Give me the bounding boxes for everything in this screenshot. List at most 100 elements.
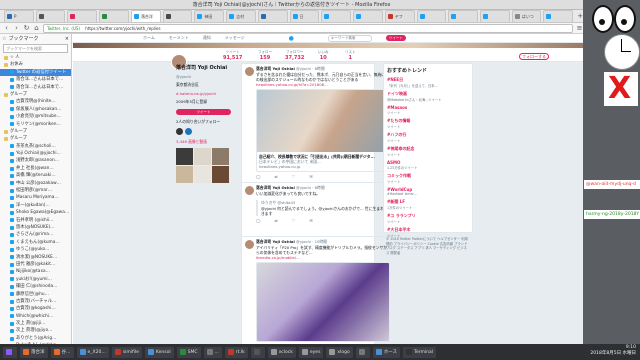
browser-tab[interactable]: 日	[289, 10, 320, 22]
text-widget[interactable]: @wan-aiit-mydj-unq-d	[584, 180, 640, 189]
bookmark-folder[interactable]: グループ	[0, 135, 71, 142]
taskbar-item[interactable]: e_X20…	[76, 346, 109, 358]
bookmark-item[interactable]: 石井孝明 (@ishii…	[0, 217, 71, 224]
tweet-link[interactable]: headlines.yahoo.co.jp/hl?a=201808...	[256, 82, 390, 87]
quoted-reply[interactable]: ゆうきや @shita43 @yjochi 何と読んでるでしょう。@yjochi…	[256, 200, 390, 216]
tweet[interactable]: 落合洋司 Yoji Ochiai @yjochi · 6時間 いい加減変化があっ…	[242, 182, 393, 225]
trend-item[interactable]: #たちの情報 ツイート	[387, 118, 469, 129]
taskbar-item[interactable]	[250, 346, 265, 358]
bookmark-item[interactable]: Nijijiko(@taxa…	[0, 268, 71, 275]
bookmark-item[interactable]: yukiお!(@yumi…	[0, 276, 71, 283]
tweet-button[interactable]: ツイート	[385, 35, 406, 41]
retweet-icon[interactable]: ⇄	[274, 218, 277, 223]
reload-icon[interactable]: ↻	[23, 24, 30, 32]
trend-item[interactable]: #ハフの行 ツイート	[387, 132, 469, 143]
browser-tab[interactable]	[162, 10, 193, 22]
tweet-to-button[interactable]: ツイート	[176, 109, 231, 115]
browser-tab[interactable]	[321, 10, 352, 22]
bookmark-item[interactable]: 悠木(@NOSUKE)…	[0, 224, 71, 231]
trend-item[interactable]: ASMO 1.25万件のツイート	[387, 160, 469, 170]
taskbar-item[interactable]: eyes	[298, 346, 324, 358]
bookmark-item[interactable]: さらさん(@rima…	[0, 231, 71, 238]
back-icon[interactable]: ‹	[3, 24, 10, 32]
tweet-author[interactable]: 落合洋司 Yoji Ochiai	[256, 185, 295, 190]
browser-tab[interactable]: 落合洋	[130, 10, 161, 22]
avatar[interactable]	[176, 128, 183, 135]
reply-icon[interactable]: ◯	[256, 174, 260, 179]
taskbar-item[interactable]: 落合洋	[20, 346, 48, 358]
bookmark-item[interactable]: 高橋 輝(@teruaki…	[0, 172, 71, 179]
bookmark-item[interactable]: Shoko Egawa(@Egawa…	[0, 209, 71, 216]
browser-tab[interactable]	[480, 10, 510, 22]
bookmark-folder[interactable]: グループ	[0, 91, 71, 98]
bookmark-item[interactable]: 小倉亮児(@mitsube…	[0, 113, 71, 120]
bookmark-item[interactable]: ゆうこ(@yuko…	[0, 246, 71, 253]
taskbar-item[interactable]: SMC	[176, 346, 201, 358]
taskbar-item[interactable]	[355, 346, 370, 358]
reply-icon[interactable]: ◯	[256, 218, 260, 223]
text-widget[interactable]: harmy-ng-2018y-2018Y	[584, 210, 640, 219]
avatar[interactable]	[245, 240, 254, 249]
media-thumb[interactable]	[212, 166, 229, 183]
taskbar-item[interactable]: xlogo	[326, 346, 353, 358]
browser-tab[interactable]	[448, 10, 479, 22]
browser-tab[interactable]	[67, 10, 98, 22]
taskbar-item[interactable]: Kensol	[144, 346, 174, 358]
browser-tab[interactable]	[257, 10, 288, 22]
bookmark-item[interactable]: 藤原信世(@hu…	[0, 291, 71, 298]
profile-stat[interactable]: リスト 1	[345, 50, 356, 61]
bookmark-item[interactable]: Which(@whichi…	[0, 313, 71, 320]
dm-icon[interactable]: ✉	[309, 218, 312, 223]
profile-stat[interactable]: いいね 10	[318, 50, 329, 61]
like-icon[interactable]: ♡	[292, 174, 296, 179]
bookmark-item[interactable]: 茶茶丸茶(@scholi…	[0, 143, 71, 150]
tweet[interactable]: 落合洋司 Yoji Ochiai @yjochi · 10時間 アイバリティ「P…	[242, 236, 393, 344]
taskbar-item[interactable]: Terminal	[402, 346, 437, 358]
tweet[interactable]: 落合洋司 Yoji Ochiai @yjochi · 6時間 ずるさを含まれた優…	[242, 64, 393, 181]
taskbar-item[interactable]: 谷…	[50, 346, 74, 358]
nav-notifications[interactable]: 通知	[203, 35, 211, 41]
avatar[interactable]	[245, 67, 254, 76]
browser-tab[interactable]: 吉村	[226, 10, 256, 22]
taskbar-item[interactable]: xclock	[267, 346, 296, 358]
bookmark-item[interactable]: 次上 眞理(@jiyo…	[0, 327, 71, 334]
url-bar[interactable]: Twitter, Inc. (US) https://twitter.com/y…	[43, 23, 573, 33]
media-thumb[interactable]	[176, 166, 193, 183]
menu-icon[interactable]: ≡	[576, 24, 583, 32]
taskbar-item[interactable]	[3, 346, 17, 358]
taskbar-item[interactable]: ホース	[372, 346, 400, 358]
bookmark-item[interactable]: ありがとう(@Arig…	[0, 335, 71, 342]
bookmark-folder[interactable]: お休み	[0, 61, 71, 68]
browser-tab[interactable]	[543, 10, 574, 22]
bookmark-item[interactable]: 古賀茂(@kogashi…	[0, 305, 71, 312]
media-thumb[interactable]	[176, 148, 193, 165]
bookmark-item[interactable]: 浅野太郎(@asanon…	[0, 157, 71, 164]
taskbar-clock[interactable]: 9:10 2018年8月5日 水曜日	[590, 345, 636, 357]
bookmark-item[interactable]: 洋一(@kudan)…	[0, 202, 71, 209]
forward-icon[interactable]: ›	[13, 24, 20, 32]
bookmark-item[interactable]: Twitter の返信付ツイート	[0, 68, 71, 77]
trend-item[interactable]: #新聞 LF 1万件のツイート	[387, 199, 469, 210]
twitter-bird-icon[interactable]: ●	[289, 35, 294, 42]
bookmark-item[interactable]: くまえもん(@kuma…	[0, 239, 71, 246]
trend-item[interactable]: #NEE日 「米刊（今月）」を迎えて、日本...	[387, 77, 469, 88]
bookmark-item[interactable]: モリケン(@moriken…	[0, 121, 71, 128]
profile-website[interactable]: d.hatena.ne.jp/yjochi	[176, 91, 244, 96]
dm-icon[interactable]: ✉	[309, 174, 312, 179]
trend-item[interactable]: #Masaos ツイート	[387, 105, 469, 115]
browser-tab[interactable]: ヤフ	[384, 10, 415, 22]
taskbar-item[interactable]: rt.lk	[224, 346, 248, 358]
trend-item[interactable]: コミック作戦 ツイート	[387, 173, 469, 184]
trend-item[interactable]: ドイツ映画 @Mabeberlinさん・北海...ツイート	[387, 91, 469, 102]
browser-tab[interactable]	[353, 10, 383, 22]
taskbar-item[interactable]: ...	[203, 346, 222, 358]
new-tab-icon[interactable]: +	[577, 12, 583, 20]
bookmark-folder[interactable]: ☆ 人	[0, 54, 71, 61]
bookmark-item[interactable]: 篠田 仁(@shinoda…	[0, 283, 71, 290]
bookmark-item[interactable]: 落合洋…さんは日本で…	[0, 76, 71, 83]
browser-tab[interactable]: P	[4, 10, 34, 22]
tweet-author[interactable]: 落合洋司 Yoji Ochiai	[256, 66, 295, 71]
media-thumb[interactable]	[194, 148, 211, 165]
tweet-author[interactable]: 落合洋司 Yoji Ochiai	[256, 239, 295, 244]
link-card[interactable]: 自己紹介、校長尊敬で状況に「引退出る」(共同)(朝日新聞デジタ... 日本テレビ…	[256, 89, 390, 172]
